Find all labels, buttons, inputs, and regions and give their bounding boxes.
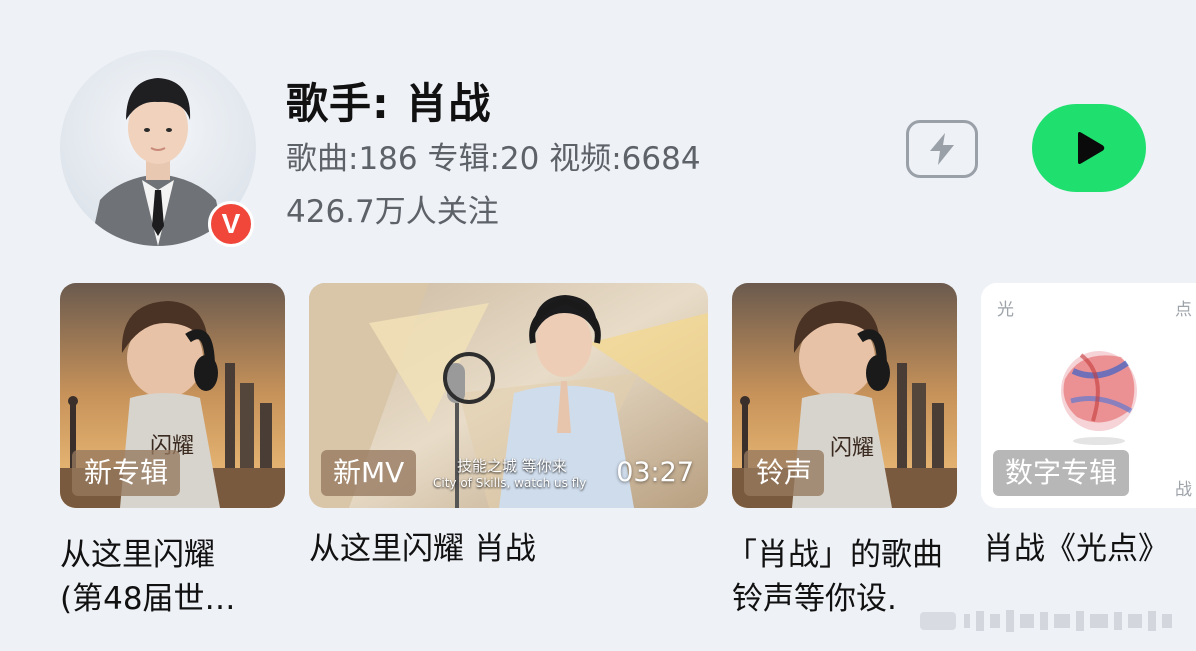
- mv-subtitle-en: City of Skills, watch us fly: [433, 476, 587, 490]
- caption-digital-album[interactable]: 肖战《光点》: [983, 527, 1169, 571]
- cover-char-top-right: 点: [1175, 300, 1192, 320]
- watermark-graphic: [920, 610, 1172, 632]
- ringtone-card[interactable]: 闪耀 铃声: [732, 283, 957, 508]
- mv-subtitle-cn: 技能之城 等你来: [457, 457, 567, 475]
- mv-duration: 03:27: [616, 457, 694, 488]
- verified-badge: V: [208, 201, 254, 247]
- svg-text:闪耀: 闪耀: [830, 436, 874, 461]
- play-icon: [1078, 132, 1105, 164]
- digital-album-card[interactable]: 光 点 战 数字专辑: [981, 283, 1196, 508]
- tag-new-mv: 新MV: [321, 450, 417, 496]
- quick-play-button[interactable]: [906, 120, 978, 178]
- artist-stats: 歌曲:186 专辑:20 视频:6684: [286, 141, 701, 177]
- caption-line: 铃声等你设.: [732, 581, 897, 617]
- cover-char-top-left: 光: [997, 300, 1014, 320]
- caption-line: 「肖战」的歌曲: [726, 537, 943, 573]
- new-album-card[interactable]: 闪耀 新专辑: [60, 283, 285, 508]
- new-mv-card[interactable]: 技能之城 等你来 City of Skills, watch us fly 新M…: [309, 283, 708, 508]
- caption-ringtone[interactable]: 「肖战」的歌曲 铃声等你设.: [726, 533, 943, 621]
- artist-title: 歌手: 肖战: [286, 79, 492, 128]
- caption-line: 肖战《光点》: [983, 531, 1169, 567]
- follower-count: 426.7万人关注: [286, 194, 499, 230]
- caption-new-mv[interactable]: 从这里闪耀 肖战: [309, 527, 536, 571]
- tag-ringtone: 铃声: [744, 450, 825, 496]
- play-all-button[interactable]: [1032, 104, 1146, 192]
- tag-new-album: 新专辑: [72, 450, 181, 496]
- caption-new-album[interactable]: 从这里闪耀 (第48届世…: [60, 533, 236, 621]
- tag-digital-album: 数字专辑: [993, 450, 1130, 496]
- caption-line: 从这里闪耀 肖战: [309, 531, 536, 567]
- lightning-icon: [930, 133, 954, 165]
- caption-line: 从这里闪耀: [60, 537, 215, 573]
- caption-line: (第48届世…: [60, 581, 236, 617]
- cover-char-bottom-right: 战: [1175, 480, 1192, 500]
